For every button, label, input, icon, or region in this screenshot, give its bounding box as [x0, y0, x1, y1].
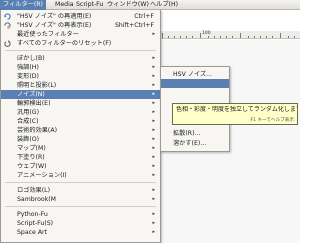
menu-item-label: 汎用(G)	[17, 109, 39, 116]
menu-item-edge-detect[interactable]: 輪郭検出(E) ▸	[1, 99, 160, 108]
reset-all-filters-item[interactable]: すべてのフィルターのリセット(F)	[1, 39, 160, 48]
submenu-arrow-icon: ▸	[152, 127, 155, 133]
reshow-last-filter-shortcut: Shift+Ctrl+F	[114, 22, 154, 29]
menu-item-label: 合成(C)	[17, 118, 39, 125]
menu-item-label: ぼかし(B)	[17, 55, 45, 62]
reset-all-filters-label: すべてのフィルターのリセット(F)	[17, 40, 112, 47]
repeat-last-filter-shortcut: Ctrl+F	[134, 13, 154, 20]
menu-item-light-shadow[interactable]: 照明と投影(L) ▸	[1, 81, 160, 90]
submenu-item-label: 溶かす(E)...	[173, 140, 207, 147]
menu-item-artistic[interactable]: 芸術的効果(A) ▸	[1, 126, 160, 135]
submenu-item-hurl[interactable]	[161, 79, 229, 88]
submenu-arrow-icon: ▸	[152, 163, 155, 169]
reshow-last-filter-item[interactable]: "HSV ノイズ" の再表示(E) Shift+Ctrl+F	[1, 21, 160, 30]
ruler-label: 100	[202, 31, 211, 36]
submenu-arrow-icon: ▸	[152, 229, 155, 235]
menu-item-python-fu[interactable]: Python-Fu ▸	[1, 210, 160, 219]
submenu-item-spread[interactable]: 拡散(R)...	[161, 129, 229, 138]
tooltip-text: 色相・彩度・明度を独立してランダム化します	[176, 106, 297, 113]
submenu-arrow-icon: ▸	[152, 100, 155, 106]
menu-item-label: 芸術的効果(A)	[17, 127, 57, 134]
menu-item-label: アニメーション(I)	[17, 172, 67, 179]
menu-item-label: ロゴ効果(L)	[17, 187, 51, 194]
menu-item-sambrook[interactable]: Sambrook(M ▸	[1, 195, 160, 204]
menu-item-label: Sambrook(M	[17, 196, 56, 203]
menu-item-logo-effects[interactable]: ロゴ効果(L) ▸	[1, 186, 160, 195]
submenu-arrow-icon: ▸	[152, 172, 155, 178]
menu-item-render[interactable]: 下塗り(R) ▸	[1, 153, 160, 162]
reshow-icon	[4, 22, 11, 29]
menu-item-label: 強調(H)	[17, 64, 39, 71]
menu-script-fu[interactable]: Script-Fu	[73, 0, 106, 10]
menu-item-map[interactable]: マップ(M) ▸	[1, 144, 160, 153]
filters-menu: "HSV ノイズ" の再適用(E) Ctrl+F "HSV ノイズ" の再表示(…	[0, 10, 161, 243]
menu-item-label: 装飾(O)	[17, 136, 40, 143]
menu-item-label: マップ(M)	[17, 145, 46, 152]
menu-item-animation[interactable]: アニメーション(I) ▸	[1, 171, 160, 180]
submenu-arrow-icon: ▸	[152, 187, 155, 193]
reshow-last-filter-label: "HSV ノイズ" の再表示(E)	[17, 22, 92, 29]
submenu-arrow-icon: ▸	[152, 64, 155, 70]
menu-help[interactable]: ヘルプ(H)	[147, 0, 181, 10]
menu-separator	[5, 206, 156, 207]
submenu-arrow-icon: ▸	[152, 220, 155, 226]
submenu-arrow-icon: ▸	[152, 118, 155, 124]
menu-windows[interactable]: ウィンドウ(W)	[104, 0, 152, 10]
menu-item-generic[interactable]: 汎用(G) ▸	[1, 108, 160, 117]
submenu-arrow-icon: ▸	[152, 109, 155, 115]
repeat-last-filter-item[interactable]: "HSV ノイズ" の再適用(E) Ctrl+F	[1, 12, 160, 21]
menu-item-web[interactable]: ウェブ(W) ▸	[1, 162, 160, 171]
tooltip: 色相・彩度・明度を独立してランダム化します F1 キーでヘルプ表示	[172, 103, 298, 125]
submenu-arrow-icon: ▸	[152, 211, 155, 217]
menu-item-distorts[interactable]: 変形(D) ▸	[1, 72, 160, 81]
menu-item-blur[interactable]: ぼかし(B) ▸	[1, 54, 160, 63]
menu-filters[interactable]: フィルター(R)	[0, 0, 46, 10]
menu-item-label: 変形(D)	[17, 73, 39, 80]
submenu-arrow-icon: ▸	[152, 91, 155, 97]
submenu-item-label: HSV ノイズ...	[173, 71, 213, 78]
submenu-arrow-icon: ▸	[152, 196, 155, 202]
menu-item-decor[interactable]: 装飾(O) ▸	[1, 135, 160, 144]
menu-separator	[5, 182, 156, 183]
menu-item-label: 下塗り(R)	[17, 154, 45, 161]
submenu-arrow-icon: ▸	[152, 145, 155, 151]
submenu-arrow-icon: ▸	[152, 136, 155, 142]
submenu-arrow-icon: ▸	[152, 154, 155, 160]
submenu-arrow-icon: ▸	[152, 31, 155, 37]
menu-item-label: Space Art	[17, 229, 48, 236]
menu-item-space-art[interactable]: Space Art ▸	[1, 228, 160, 237]
menu-item-label: ノイズ(N)	[17, 91, 45, 98]
tooltip-help-hint: F1 キーでヘルプ表示	[250, 118, 294, 123]
submenu-item-slur[interactable]: 溶かす(E)...	[161, 139, 229, 148]
repeat-icon	[4, 13, 11, 20]
recently-used-label: 最近使ったフィルター	[17, 31, 79, 38]
menu-item-enhance[interactable]: 強調(H) ▸	[1, 63, 160, 72]
submenu-arrow-icon: ▸	[152, 82, 155, 88]
menu-item-label: Python-Fu	[17, 211, 48, 218]
menu-item-label: Script-Fu(S)	[17, 220, 54, 227]
menu-item-label: 輪郭検出(E)	[17, 100, 51, 107]
menu-item-script-fu[interactable]: Script-Fu(S) ▸	[1, 219, 160, 228]
menubar: フィルター(R) Media Script-Fu ウィンドウ(W) ヘルプ(H)	[0, 0, 300, 10]
repeat-last-filter-label: "HSV ノイズ" の再適用(E)	[17, 13, 92, 20]
menu-separator	[5, 50, 156, 51]
reset-icon	[4, 40, 11, 47]
recently-used-item[interactable]: 最近使ったフィルター ▸	[1, 30, 160, 39]
submenu-item-label: 拡散(R)...	[173, 130, 201, 137]
menu-item-combine[interactable]: 合成(C) ▸	[1, 117, 160, 126]
submenu-item-pick[interactable]	[161, 88, 229, 97]
menu-item-noise[interactable]: ノイズ(N) ▸	[1, 90, 160, 99]
submenu-arrow-icon: ▸	[152, 55, 155, 61]
menu-item-label: ウェブ(W)	[17, 163, 47, 170]
submenu-item-hsv-noise[interactable]: HSV ノイズ...	[161, 70, 229, 79]
submenu-arrow-icon: ▸	[152, 73, 155, 79]
menu-item-label: 照明と投影(L)	[17, 82, 57, 89]
horizontal-ruler[interactable]: 100	[160, 31, 300, 39]
